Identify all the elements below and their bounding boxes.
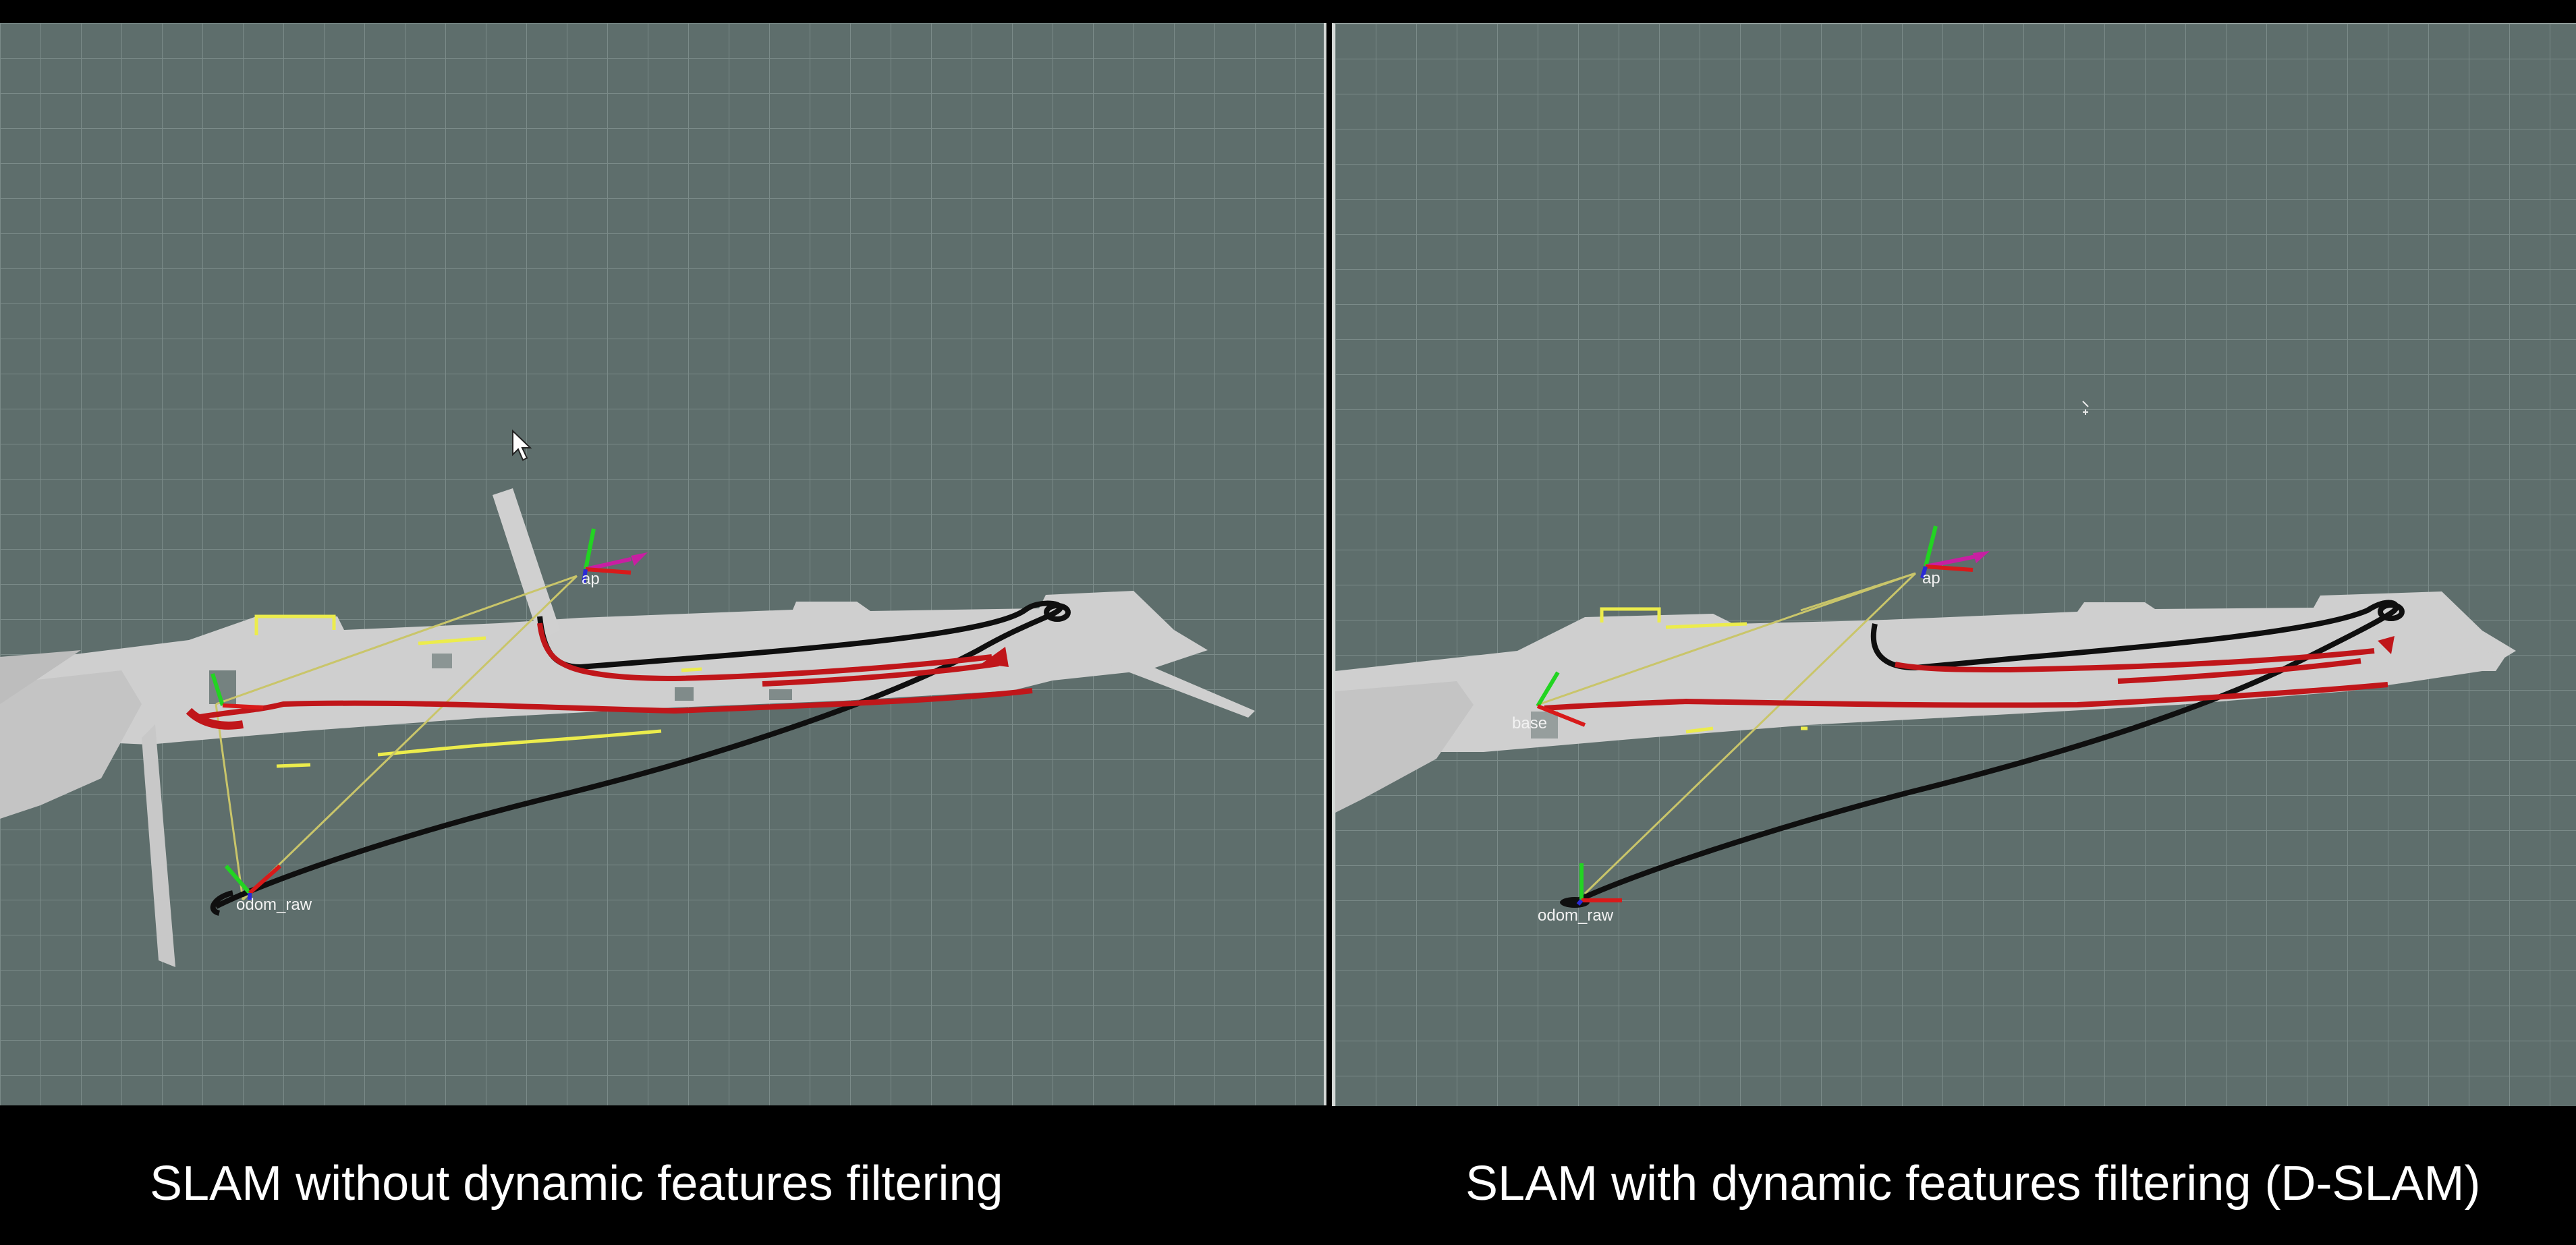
map-scene-left: ap odom_raw xyxy=(0,23,1324,1105)
map-frame-label: ap xyxy=(582,570,600,588)
rviz-viewport-right[interactable]: ap base odom_raw xyxy=(1332,23,2576,1106)
map-scene-right: ap base odom_raw xyxy=(1335,24,2576,1106)
map-frame-label: ap xyxy=(1922,569,1940,587)
base-frame-label: base xyxy=(1512,714,1547,732)
odom-frame-label: odom_raw xyxy=(236,896,312,914)
caption-right: SLAM with dynamic features filtering (D-… xyxy=(1465,1157,2481,1211)
caption-left: SLAM without dynamic features filtering xyxy=(150,1157,1003,1211)
ground-grid xyxy=(0,23,1324,1105)
rviz-viewport-left[interactable]: ap odom_raw xyxy=(0,23,1326,1105)
ground-grid xyxy=(1335,24,2576,1106)
odom-frame-label: odom_raw xyxy=(1538,906,1614,925)
